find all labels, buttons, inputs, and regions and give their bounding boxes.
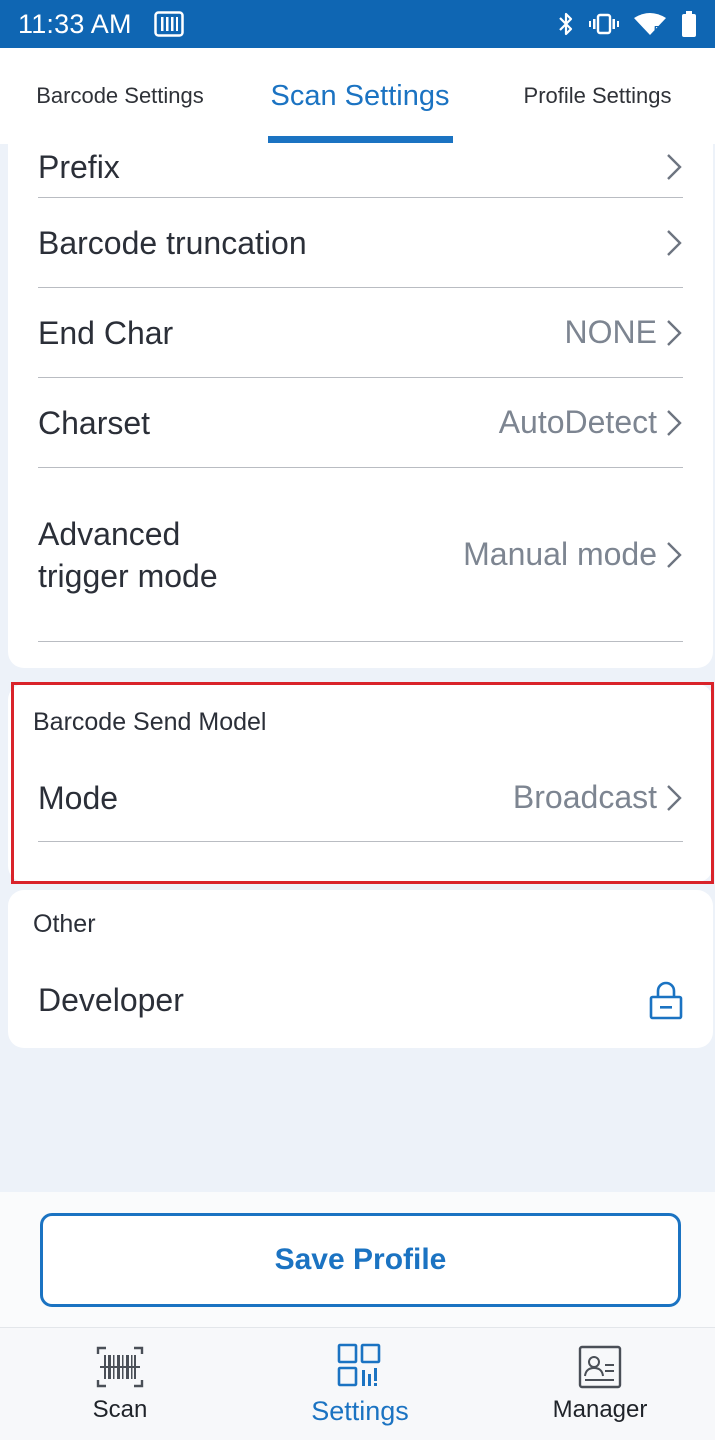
vibrate-icon: [589, 12, 619, 36]
setting-label: Developer: [38, 982, 184, 1018]
scanner-status-icon: [153, 11, 184, 37]
active-tab-indicator: [268, 136, 453, 143]
lock-icon: [649, 980, 683, 1020]
tab-bar: Barcode Settings Scan Settings Profile S…: [0, 48, 715, 144]
nav-item-settings[interactable]: Settings: [260, 1328, 460, 1440]
save-profile-button[interactable]: Save Profile: [40, 1213, 681, 1307]
setting-row-barcode-truncation[interactable]: Barcode truncation: [38, 198, 683, 288]
status-bar: 11:33 AM 5: [0, 0, 715, 48]
nav-label: Scan: [92, 1396, 148, 1423]
chevron-right-icon: [665, 228, 683, 258]
tab-label: Scan Settings: [270, 79, 450, 112]
highlight-box: [11, 682, 714, 884]
chevron-right-icon: [665, 318, 683, 348]
setting-label: Advanced trigger mode: [38, 515, 218, 594]
save-area: Save Profile: [0, 1192, 715, 1327]
setting-row-advanced-trigger-mode[interactable]: Advanced trigger mode Manual mode: [38, 468, 683, 642]
section-title-other: Other: [33, 910, 96, 938]
setting-row-developer[interactable]: Developer: [38, 956, 683, 1044]
status-time: 11:33 AM: [18, 8, 132, 39]
setting-value: NONE: [564, 314, 657, 350]
tab-scan-settings[interactable]: Scan Settings: [240, 48, 480, 144]
qr-code-icon: [334, 1342, 386, 1392]
setting-label: End Char: [38, 314, 174, 351]
battery-icon: [681, 11, 697, 37]
setting-row-charset[interactable]: Charset AutoDetect: [38, 378, 683, 468]
nav-label: Manager: [552, 1396, 648, 1423]
barcode-icon: [94, 1342, 146, 1392]
wifi-icon: 5: [633, 12, 667, 36]
tab-label: Profile Settings: [523, 83, 672, 108]
tab-barcode-settings[interactable]: Barcode Settings: [0, 48, 240, 144]
nav-item-scan[interactable]: Scan: [20, 1328, 220, 1440]
setting-value: AutoDetect: [498, 404, 657, 440]
setting-label: Prefix: [38, 148, 120, 185]
other-card: Other Developer: [8, 890, 713, 1048]
chevron-right-icon: [665, 152, 683, 182]
nav-label: Settings: [311, 1396, 409, 1426]
nav-item-manager[interactable]: Manager: [500, 1328, 700, 1440]
settings-scroll-area[interactable]: Prefix Barcode truncation End Char NONE …: [0, 144, 715, 1192]
setting-label: Barcode truncation: [38, 224, 307, 261]
tab-label: Barcode Settings: [36, 83, 204, 108]
scan-settings-card: Prefix Barcode truncation End Char NONE …: [8, 144, 713, 668]
setting-row-prefix[interactable]: Prefix: [38, 144, 683, 198]
bottom-nav: Scan Settings Manager: [0, 1327, 715, 1440]
id-card-icon: [574, 1342, 626, 1392]
setting-row-end-char[interactable]: End Char NONE: [38, 288, 683, 378]
setting-value: Manual mode: [463, 536, 657, 572]
status-icons: 5: [557, 11, 697, 37]
bluetooth-icon: [557, 11, 575, 37]
network-label: 5: [654, 25, 660, 36]
setting-label: Charset: [38, 404, 151, 441]
chevron-right-icon: [665, 540, 683, 570]
tab-profile-settings[interactable]: Profile Settings: [480, 48, 715, 144]
chevron-right-icon: [665, 408, 683, 438]
